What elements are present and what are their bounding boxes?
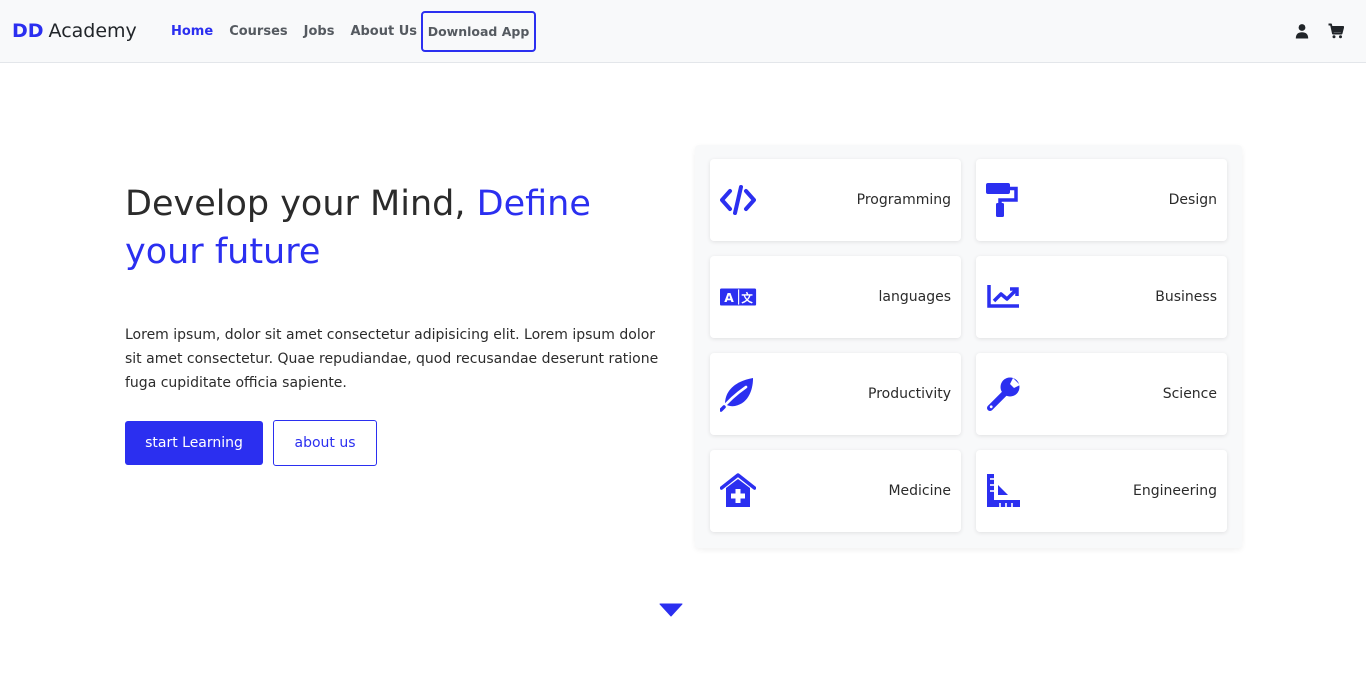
chart-line-icon bbox=[986, 279, 1022, 315]
caret-down-icon[interactable] bbox=[659, 602, 683, 617]
code-icon bbox=[720, 182, 756, 218]
category-label: Productivity bbox=[868, 386, 951, 402]
category-card-science[interactable]: Science bbox=[976, 353, 1227, 435]
category-label: Programming bbox=[856, 192, 951, 208]
category-card-design[interactable]: Design bbox=[976, 159, 1227, 241]
category-label: Business bbox=[1155, 289, 1217, 305]
start-learning-button[interactable]: start Learning bbox=[125, 421, 263, 465]
cart-icon[interactable] bbox=[1328, 23, 1345, 39]
download-app-button[interactable]: Download App bbox=[421, 11, 536, 52]
nav-link-courses[interactable]: Courses bbox=[229, 24, 287, 39]
navbar: DD Academy Home Courses Jobs About Us Dow… bbox=[0, 0, 1366, 63]
category-card-engineering[interactable]: Engineering bbox=[976, 450, 1227, 532]
leaf-icon bbox=[719, 376, 756, 412]
categories-panel: Programming Design A文 languages Business… bbox=[695, 145, 1242, 548]
nav-link-jobs[interactable]: Jobs bbox=[304, 24, 335, 39]
wrench-icon bbox=[986, 376, 1022, 412]
nav-link-about-us[interactable]: About Us bbox=[350, 24, 417, 39]
about-us-button[interactable]: about us bbox=[273, 420, 377, 466]
category-label: Design bbox=[1168, 192, 1217, 208]
nav-links: Home Courses Jobs About Us bbox=[171, 24, 433, 39]
brand-name: Academy bbox=[48, 20, 137, 42]
hero-description: Lorem ipsum, dolor sit amet consectetur … bbox=[125, 327, 659, 391]
category-label: languages bbox=[878, 289, 951, 305]
hero-title-plain: Develop your Mind, bbox=[125, 184, 466, 224]
category-label: Engineering bbox=[1133, 483, 1217, 499]
clinic-house-icon bbox=[719, 473, 757, 509]
category-card-business[interactable]: Business bbox=[976, 256, 1227, 338]
hero-title: Develop your Mind, Define your future bbox=[125, 180, 645, 276]
category-card-programming[interactable]: Programming bbox=[710, 159, 961, 241]
paint-roller-icon bbox=[986, 182, 1022, 218]
category-label: Medicine bbox=[888, 483, 951, 499]
category-card-languages[interactable]: A文 languages bbox=[710, 256, 961, 338]
user-icon[interactable] bbox=[1294, 23, 1310, 39]
ruler-icon bbox=[986, 473, 1022, 509]
svg-text:文: 文 bbox=[741, 291, 753, 305]
brand-short: DD bbox=[12, 20, 44, 42]
category-card-medicine[interactable]: Medicine bbox=[710, 450, 961, 532]
brand-logo[interactable]: DD Academy bbox=[12, 20, 137, 42]
category-label: Science bbox=[1162, 386, 1217, 402]
language-icon: A文 bbox=[720, 279, 757, 315]
svg-text:A: A bbox=[724, 291, 734, 305]
category-card-productivity[interactable]: Productivity bbox=[710, 353, 961, 435]
nav-link-home[interactable]: Home bbox=[171, 24, 213, 39]
